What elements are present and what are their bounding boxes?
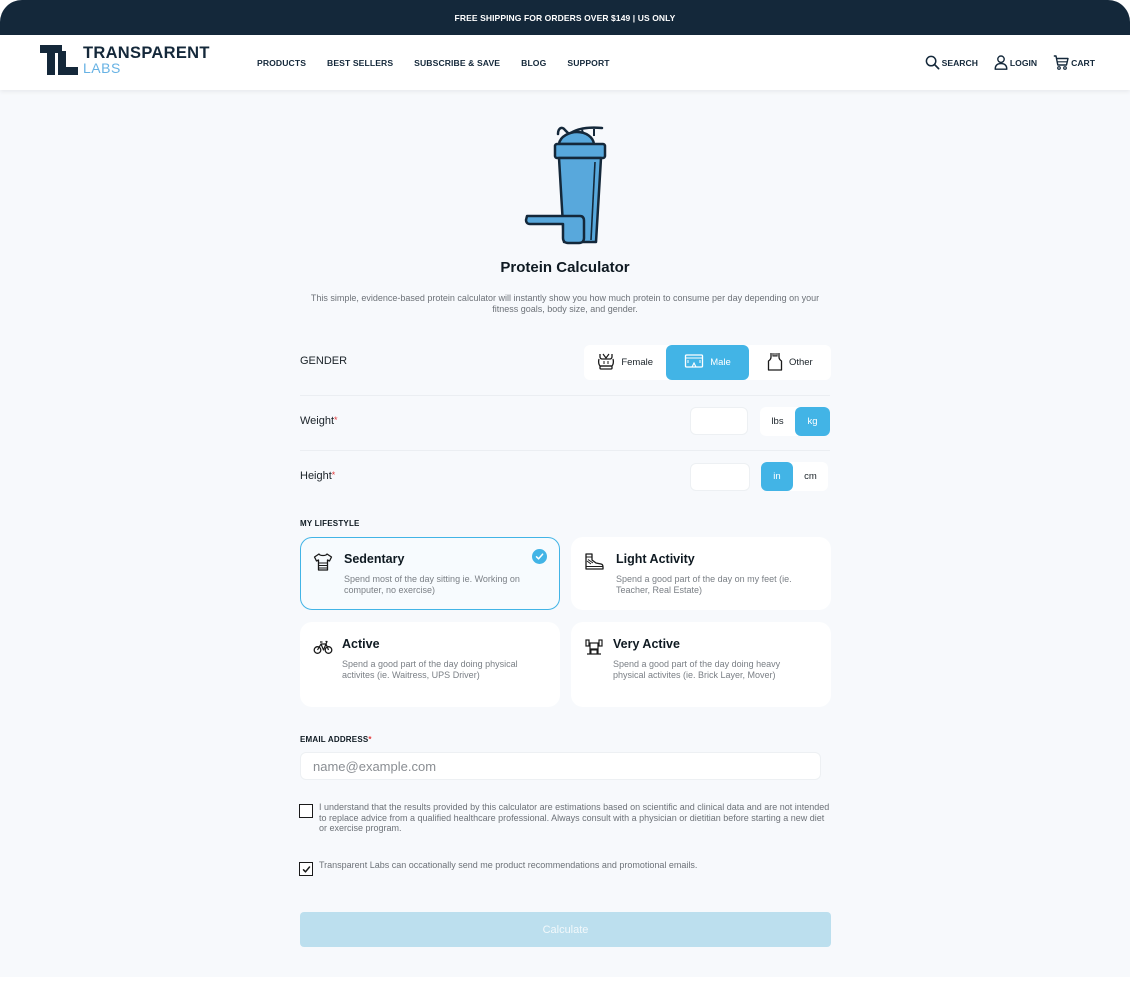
- brand-logo[interactable]: TRANSPARENT LABS: [40, 45, 210, 75]
- tl-logo-mark-icon: [40, 45, 78, 75]
- protein-shaker-icon: [520, 122, 610, 246]
- disclaimer-checkbox[interactable]: [299, 804, 313, 818]
- shorts-icon: [684, 353, 704, 372]
- main-nav: TRANSPARENT LABS PRODUCTS BEST SELLERS S…: [0, 35, 1130, 90]
- lifestyle-option-active[interactable]: Active Spend a good part of the day doin…: [300, 622, 560, 707]
- cart-button[interactable]: CART: [1053, 55, 1095, 70]
- page-frame: FREE SHIPPING FOR ORDERS OVER $149 | US …: [0, 0, 1130, 977]
- required-mark: *: [334, 415, 338, 425]
- search-label: SEARCH: [941, 57, 978, 68]
- nav-item-best-sellers[interactable]: BEST SELLERS: [327, 58, 393, 68]
- lifestyle-title: Active: [342, 637, 380, 651]
- page-subtitle: This simple, evidence-based protein calc…: [310, 293, 820, 314]
- height-unit-cm[interactable]: cm: [793, 462, 828, 491]
- login-button[interactable]: LOGIN: [994, 55, 1037, 70]
- promo-bar: FREE SHIPPING FOR ORDERS OVER $149 | US …: [0, 0, 1130, 35]
- height-label-text: Height: [300, 470, 332, 482]
- gender-option-male[interactable]: Male: [666, 345, 749, 380]
- login-label: LOGIN: [1009, 57, 1038, 68]
- weight-rack-icon: [584, 637, 604, 657]
- gender-option-female[interactable]: Female: [584, 345, 666, 380]
- lifestyle-description: Spend a good part of the day doing physi…: [342, 659, 518, 680]
- divider: [300, 395, 830, 396]
- lifestyle-option-sedentary[interactable]: Sedentary Spend most of the day sitting …: [300, 537, 560, 610]
- required-mark: *: [331, 470, 336, 480]
- email-label: EMAIL ADDRESS*: [300, 735, 372, 744]
- lifestyle-description: Spend most of the day sitting ie. Workin…: [344, 574, 520, 595]
- weight-label-text: Weight: [300, 415, 335, 427]
- sneaker-icon: [584, 552, 604, 572]
- lifestyle-title: Sedentary: [344, 552, 405, 566]
- marketing-consent-text: Transparent Labs can occationally send m…: [319, 860, 698, 870]
- search-button[interactable]: SEARCH: [925, 55, 978, 70]
- bicycle-icon: [313, 637, 333, 657]
- lifestyle-description: Spend a good part of the day on my feet …: [616, 574, 792, 595]
- height-input[interactable]: [690, 463, 750, 491]
- nav-menu: PRODUCTS BEST SELLERS SUBSCRIBE & SAVE B…: [257, 35, 610, 90]
- check-circle-icon: [532, 549, 547, 564]
- gender-option-label: Male: [710, 357, 731, 368]
- lifestyle-option-very-active[interactable]: Very Active Spend a good part of the day…: [571, 622, 831, 707]
- lifestyle-label: MY LIFESTYLE: [300, 519, 360, 528]
- lifestyle-description: Spend a good part of the day doing heavy…: [613, 659, 781, 680]
- t-shirt-icon: [313, 552, 333, 572]
- nav-item-subscribe-save[interactable]: SUBSCRIBE & SAVE: [414, 58, 500, 68]
- checkmark-icon: [302, 865, 310, 873]
- divider: [300, 450, 830, 451]
- email-input[interactable]: [300, 752, 821, 780]
- calculate-button[interactable]: Calculate: [300, 912, 831, 947]
- page-title: Protein Calculator: [500, 259, 630, 276]
- weight-input[interactable]: [690, 407, 748, 435]
- promo-text: FREE SHIPPING FOR ORDERS OVER $149 | US …: [454, 12, 676, 23]
- tank-top-icon: [767, 352, 783, 374]
- weight-unit-selector: lbs kg: [760, 407, 830, 436]
- cart-label: CART: [1071, 57, 1095, 68]
- height-unit-in[interactable]: in: [761, 462, 793, 491]
- lifestyle-title: Very Active: [613, 637, 680, 651]
- cart-icon: [1053, 55, 1069, 70]
- gender-option-label: Female: [621, 357, 653, 368]
- gender-label: GENDER: [300, 355, 348, 367]
- lifestyle-title: Light Activity: [616, 552, 695, 566]
- gender-option-other[interactable]: Other: [749, 345, 831, 380]
- lifestyle-option-light-activity[interactable]: Light Activity Spend a good part of the …: [571, 537, 831, 610]
- nav-item-blog[interactable]: BLOG: [521, 58, 546, 68]
- email-label-text: EMAIL ADDRESS: [300, 735, 369, 744]
- sports-bra-icon: [597, 352, 615, 373]
- nav-item-support[interactable]: SUPPORT: [567, 58, 609, 68]
- height-unit-selector: in cm: [761, 462, 828, 491]
- height-label: Height*: [300, 470, 335, 482]
- gender-option-label: Other: [788, 357, 813, 368]
- nav-utilities: SEARCH LOGIN CART: [925, 35, 1095, 90]
- gender-selector: Female Male Other: [584, 345, 831, 380]
- nav-item-products[interactable]: PRODUCTS: [257, 58, 306, 68]
- brand-name-bottom: LABS: [83, 59, 121, 76]
- required-mark: *: [368, 735, 372, 744]
- weight-unit-lbs[interactable]: lbs: [760, 407, 795, 436]
- weight-label: Weight*: [300, 415, 338, 427]
- search-icon: [925, 55, 940, 70]
- user-icon: [994, 55, 1008, 70]
- weight-unit-kg[interactable]: kg: [795, 407, 830, 436]
- disclaimer-text: I understand that the results provided b…: [319, 802, 830, 833]
- marketing-consent-checkbox[interactable]: [299, 862, 313, 876]
